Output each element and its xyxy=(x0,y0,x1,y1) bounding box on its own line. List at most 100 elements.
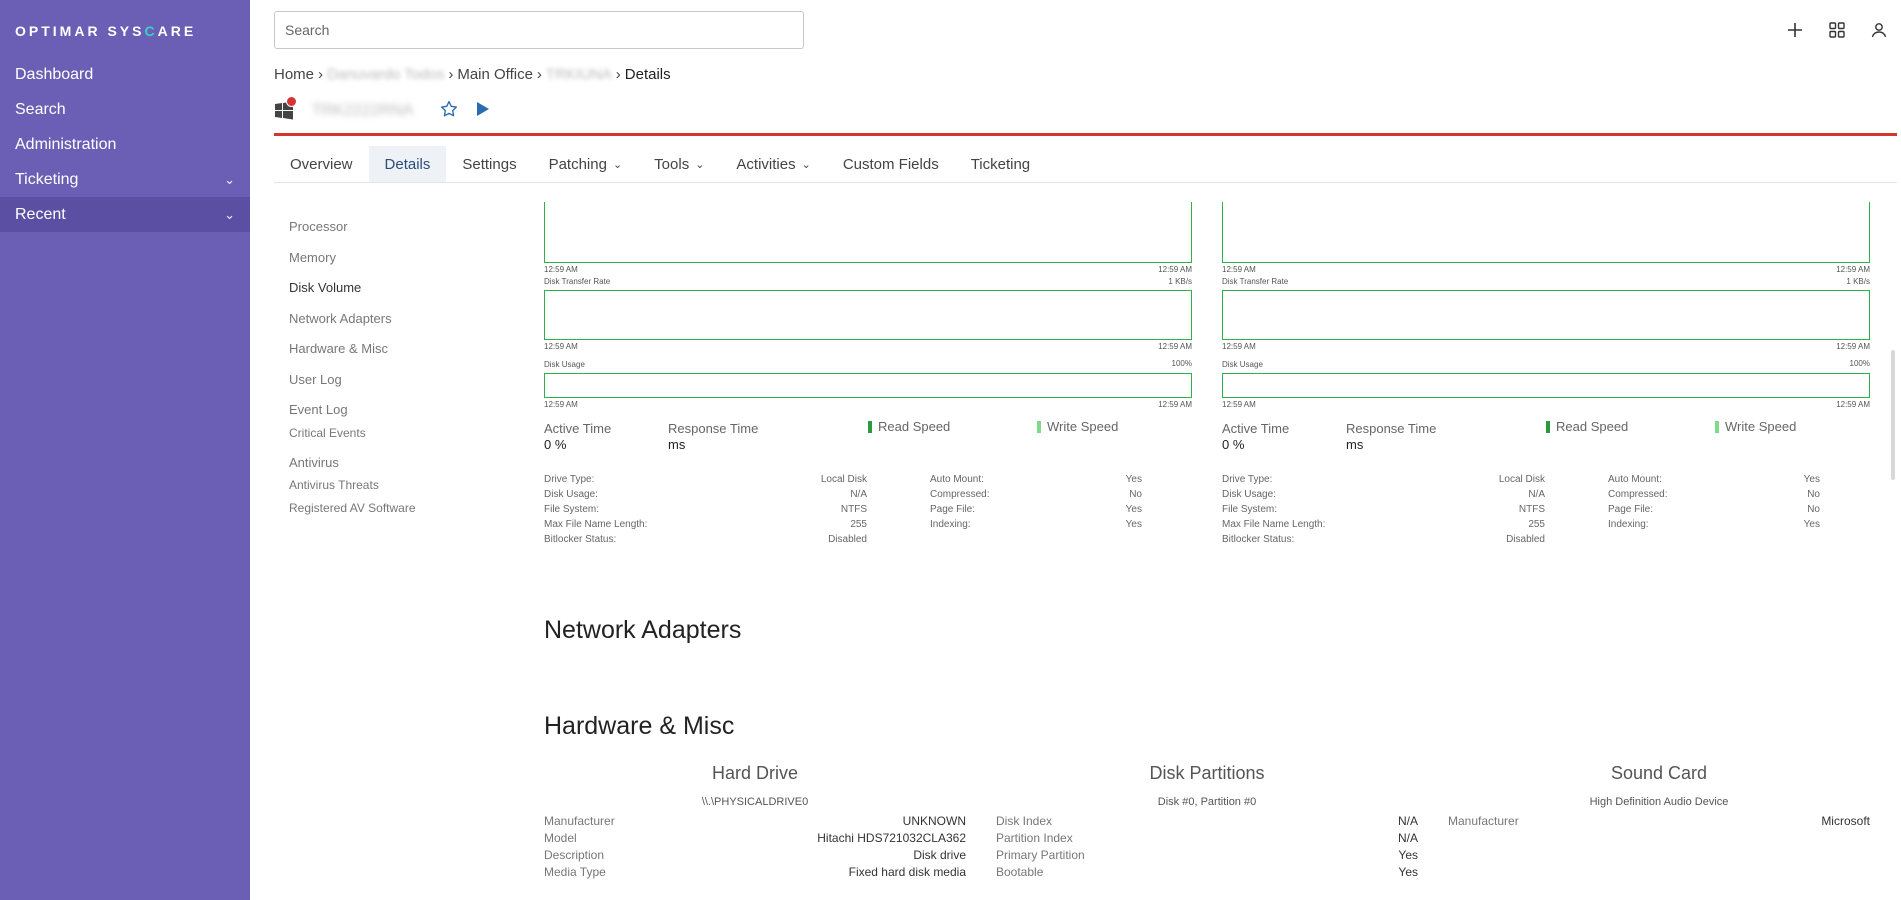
response-time-value: ms xyxy=(1346,437,1364,452)
sound-card-title: Sound Card xyxy=(1610,763,1708,783)
sidebar-item-ticketing[interactable]: Ticketing ⌄ xyxy=(0,162,250,197)
hw-row: Manufacturer UNKNOWN xyxy=(544,814,966,828)
info-row: Max File Name Length: 255 xyxy=(1222,519,1545,530)
breadcrumb-office[interactable]: Main Office xyxy=(457,66,533,83)
breadcrumb-current: Details xyxy=(624,66,671,83)
tab-bar: Overview Details Settings Patching ⌄ Tool… xyxy=(274,146,1046,182)
subnav-processor[interactable]: Processor xyxy=(289,219,348,234)
info-row: Max File Name Length: 255 xyxy=(544,519,867,530)
legend-swatch xyxy=(1546,420,1550,433)
windows-os-icon xyxy=(274,96,297,121)
disk-partitions-title: Disk Partitions xyxy=(1149,763,1265,783)
info-row: Bitlocker Status: Disabled xyxy=(544,534,867,545)
chart-time-start: 12:59 AM xyxy=(544,342,578,351)
drive-info-left: Drive Type: Local Disk Disk Usage: N/A Fil… xyxy=(544,474,867,549)
info-row: Drive Type: Local Disk xyxy=(544,474,867,485)
breadcrumb-home[interactable]: Home xyxy=(274,66,314,83)
chart-time-start: 12:59 AM xyxy=(544,400,578,409)
chart-max: 1 KB/s xyxy=(1846,277,1870,286)
write-speed-legend: Write Speed xyxy=(1037,419,1118,434)
hw-row: Bootable Yes xyxy=(996,865,1418,879)
write-speed-legend: Write Speed xyxy=(1715,419,1796,434)
drive-info-right: Auto Mount: Yes Compressed: No Page File: N… xyxy=(1608,474,1820,534)
info-row: Drive Type: Local Disk xyxy=(1222,474,1545,485)
legend-swatch xyxy=(1715,420,1719,433)
disk-chart-top xyxy=(1222,202,1870,263)
subnav-network-adapters[interactable]: Network Adapters xyxy=(289,311,392,326)
hw-row: Partition Index N/A xyxy=(996,831,1418,845)
breadcrumb: Home › Danuvardo Todos › Main Office › T… xyxy=(274,66,671,83)
chart-time-end: 12:59 AM xyxy=(1836,342,1870,351)
info-row: Compressed: No xyxy=(930,489,1142,500)
info-row: Indexing: Yes xyxy=(1608,519,1820,530)
chart-time-end: 12:59 AM xyxy=(1836,400,1870,409)
sound-card-device: High Definition Audio Device xyxy=(1589,796,1729,808)
subnav-antivirus[interactable]: Antivirus xyxy=(289,455,339,470)
subnav-critical-events[interactable]: Critical Events xyxy=(289,426,366,440)
subnav-user-log[interactable]: User Log xyxy=(289,372,342,387)
tab-patching[interactable]: Patching ⌄ xyxy=(533,146,639,182)
breadcrumb-separator: › xyxy=(318,66,324,83)
subnav-hardware-misc[interactable]: Hardware & Misc xyxy=(289,341,388,356)
info-row: File System: NTFS xyxy=(1222,504,1545,515)
page-scrollbar[interactable] xyxy=(1891,350,1895,480)
plus-icon[interactable] xyxy=(1783,18,1807,42)
chevron-down-icon: ⌄ xyxy=(695,158,705,171)
legend-swatch xyxy=(1037,420,1041,433)
sidebar-item-recent[interactable]: Recent ⌄ xyxy=(0,197,250,232)
info-row: Page File: No xyxy=(1608,504,1820,515)
subnav-disk-volume[interactable]: Disk Volume xyxy=(289,280,361,295)
app-logo[interactable]: OPTIMAR SYSCARE xyxy=(15,23,196,39)
subnav-event-log[interactable]: Event Log xyxy=(289,402,348,417)
search-input[interactable] xyxy=(274,11,804,49)
tab-activities[interactable]: Activities ⌄ xyxy=(720,146,826,182)
chart-label: Disk Usage xyxy=(1222,360,1263,369)
device-name: TRK2222RNA xyxy=(312,102,414,119)
section-title-network-adapters: Network Adapters xyxy=(544,616,742,644)
top-toolbar xyxy=(1783,18,1891,42)
response-time-value: ms xyxy=(668,437,686,452)
info-row: Indexing: Yes xyxy=(930,519,1142,530)
disk-transfer-chart xyxy=(544,290,1192,340)
chart-time-end: 12:59 AM xyxy=(1836,265,1870,274)
sidebar-item-dashboard[interactable]: Dashboard xyxy=(0,57,250,92)
sidebar-item-administration[interactable]: Administration xyxy=(0,127,250,162)
disk-partitions-id: Disk #0, Partition #0 xyxy=(1157,796,1257,808)
active-time-value: 0 % xyxy=(544,437,567,452)
tab-ticketing[interactable]: Ticketing xyxy=(955,146,1046,182)
subnav-registered-av-software[interactable]: Registered AV Software xyxy=(289,501,416,515)
info-row: Disk Usage: N/A xyxy=(1222,489,1545,500)
info-row: Disk Usage: N/A xyxy=(544,489,867,500)
drive-info-left: Drive Type: Local Disk Disk Usage: N/A Fil… xyxy=(1222,474,1545,549)
breadcrumb-device[interactable]: TRKIUNA xyxy=(546,66,612,83)
tab-details[interactable]: Details xyxy=(368,146,447,182)
device-header: TRK2222RNA xyxy=(274,96,490,124)
chevron-down-icon: ⌄ xyxy=(224,206,235,222)
tab-overview[interactable]: Overview xyxy=(274,146,369,182)
disk-usage-chart xyxy=(544,373,1192,398)
chart-time-start: 12:59 AM xyxy=(544,265,578,274)
breadcrumb-site[interactable]: Danuvardo Todos xyxy=(327,66,444,83)
play-icon[interactable] xyxy=(476,101,490,122)
legend-swatch xyxy=(868,420,872,433)
subnav-memory[interactable]: Memory xyxy=(289,250,336,265)
breadcrumb-separator: › xyxy=(448,66,454,83)
chart-time-start: 12:59 AM xyxy=(1222,400,1256,409)
tab-custom-fields[interactable]: Custom Fields xyxy=(827,146,955,182)
hard-drive-title: Hard Drive xyxy=(711,763,799,783)
chevron-down-icon: ⌄ xyxy=(801,158,811,171)
subnav-antivirus-threats[interactable]: Antivirus Threats xyxy=(289,478,379,492)
tab-tools[interactable]: Tools ⌄ xyxy=(638,146,720,182)
star-icon[interactable] xyxy=(440,100,458,123)
chart-label: Disk Usage xyxy=(544,360,585,369)
tab-settings[interactable]: Settings xyxy=(446,146,532,182)
sidebar-nav: Dashboard Search Administration Ticketin… xyxy=(0,57,250,232)
user-icon[interactable] xyxy=(1867,18,1891,42)
apps-grid-icon[interactable] xyxy=(1825,18,1849,42)
sidebar-item-search[interactable]: Search xyxy=(0,92,250,127)
chart-label: Disk Transfer Rate xyxy=(1222,277,1289,286)
chart-time-end: 12:59 AM xyxy=(1158,342,1192,351)
section-title-hardware-misc: Hardware & Misc xyxy=(544,712,735,740)
hw-row: Description Disk drive xyxy=(544,848,966,862)
hw-row: Disk Index N/A xyxy=(996,814,1418,828)
